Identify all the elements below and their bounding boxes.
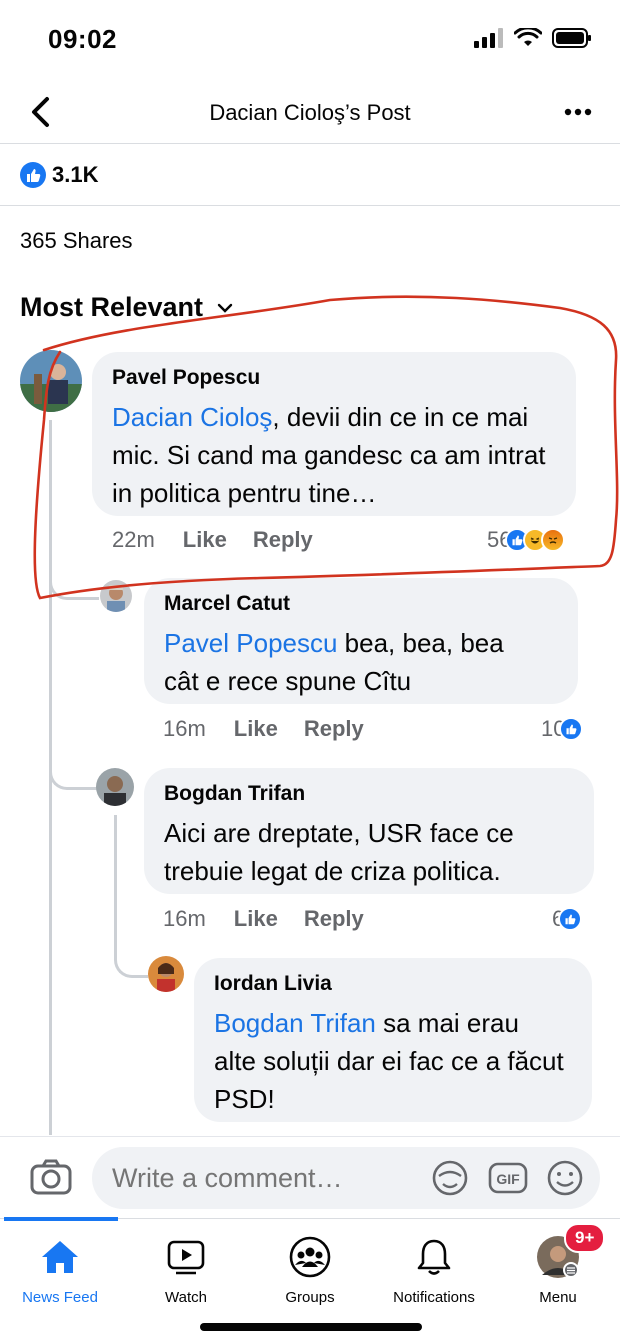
tab-news-feed[interactable]: News Feed — [0, 1235, 122, 1306]
tab-label: News Feed — [22, 1289, 98, 1306]
status-time: 09:02 — [48, 24, 117, 54]
emoji-icon[interactable] — [546, 1159, 584, 1197]
like-button[interactable]: Like — [234, 716, 278, 742]
thread-connector — [49, 750, 99, 790]
comment-author[interactable]: Marcel Catut — [164, 592, 558, 616]
comment-text-part: Aici are dreptate, USR face ce — [164, 818, 514, 848]
comment-author[interactable]: Bogdan Trifan — [164, 782, 574, 806]
tab-label: Notifications — [393, 1289, 475, 1306]
comment-sort-dropdown[interactable]: Most Relevant — [20, 292, 233, 323]
comment-actions: 22m Like Reply — [112, 527, 339, 553]
bell-icon — [417, 1239, 451, 1275]
more-options-button[interactable] — [560, 96, 596, 128]
comment-text: Aici are dreptate, USR face ce trebuie le… — [164, 814, 574, 890]
avatar[interactable] — [96, 768, 134, 806]
avatar[interactable] — [100, 580, 132, 612]
notification-badge: 9+ — [564, 1223, 606, 1253]
thread-connector — [49, 560, 99, 600]
angry-reaction-icon — [541, 528, 566, 552]
video-icon — [167, 1240, 205, 1275]
shares-count[interactable]: 365 Shares — [20, 228, 133, 254]
tab-label: Menu — [539, 1289, 577, 1306]
comment-author[interactable]: Pavel Popescu — [112, 366, 556, 390]
groups-icon — [289, 1236, 331, 1278]
comment-text-part: trebuie legat de criza politica. — [164, 856, 501, 886]
comment-bubble[interactable]: Marcel Catut Pavel Popescu bea, bea, bea… — [144, 578, 578, 704]
page-title: Dacian Cioloş’s Post — [209, 100, 411, 125]
comment-bubble[interactable]: Pavel Popescu Dacian Cioloş, devii din c… — [92, 352, 576, 516]
comment-bubble[interactable]: Iordan Livia Bogdan Trifan sa mai erau al… — [194, 958, 592, 1122]
svg-text:GIF: GIF — [496, 1171, 520, 1187]
mention-link[interactable]: Bogdan Trifan — [214, 1008, 376, 1038]
comment-text: Bogdan Trifan sa mai erau alte soluții da… — [214, 1004, 572, 1118]
gif-icon[interactable]: GIF — [488, 1160, 528, 1196]
avatar-sticker-icon[interactable] — [430, 1160, 470, 1196]
comment-age: 22m — [112, 527, 155, 552]
reply-button[interactable]: Reply — [304, 716, 364, 742]
comment-age: 16m — [163, 716, 206, 741]
comment-actions: 16m Like Reply — [163, 716, 390, 742]
camera-icon — [30, 1159, 72, 1195]
tab-groups[interactable]: Groups — [248, 1235, 372, 1306]
active-tab-indicator — [4, 1217, 118, 1221]
chevron-down-icon — [217, 303, 233, 313]
wifi-icon — [514, 28, 542, 46]
like-button[interactable]: Like — [234, 906, 278, 932]
post-reactions[interactable]: 3.1K — [0, 144, 620, 206]
like-reaction-icon — [559, 717, 584, 741]
tab-notifications[interactable]: Notifications — [372, 1235, 496, 1306]
comment-text-part: sa mai erau — [375, 1008, 519, 1038]
comment-bubble[interactable]: Bogdan Trifan Aici are dreptate, USR fac… — [144, 768, 594, 894]
thread-connector — [49, 420, 52, 800]
battery-icon — [552, 28, 591, 48]
sort-label: Most Relevant — [20, 292, 204, 322]
status-bar: 09:02 — [0, 0, 620, 80]
tab-menu[interactable]: 9+ Menu — [496, 1223, 620, 1306]
comment-reactions[interactable]: 56 — [487, 527, 566, 553]
reply-button[interactable]: Reply — [304, 906, 364, 932]
status-icons — [474, 28, 592, 48]
home-indicator — [200, 1323, 422, 1331]
mention-link[interactable]: Dacian Cioloş — [112, 402, 272, 432]
thread-connector — [49, 790, 52, 1135]
comment-author[interactable]: Iordan Livia — [214, 972, 572, 996]
tab-label: Groups — [285, 1289, 335, 1306]
reply-button[interactable]: Reply — [253, 527, 313, 553]
bottom-tab-bar: News Feed Watch Groups Notifications 9+ … — [0, 1217, 620, 1343]
tab-watch[interactable]: Watch — [124, 1235, 248, 1306]
thread-connector — [114, 815, 117, 955]
composer-icons: GIF — [430, 1159, 584, 1197]
tab-label: Watch — [165, 1289, 207, 1306]
comment-age: 16m — [163, 906, 206, 931]
comment-text-part: alte soluții dar ei fac ce a făcut PSD! — [214, 1046, 564, 1114]
avatar[interactable] — [20, 350, 82, 412]
nav-header: Dacian Cioloş’s Post — [0, 80, 620, 144]
like-reaction-icon — [20, 161, 46, 188]
comment-text: Dacian Cioloş, devii din ce in ce mai mi… — [112, 398, 556, 512]
reaction-count: 3.1K — [52, 161, 99, 187]
comment-actions: 16m Like Reply — [163, 906, 390, 932]
comment-reactions[interactable]: 6 — [552, 906, 583, 932]
camera-button[interactable] — [30, 1159, 72, 1200]
ellipsis-icon — [564, 108, 592, 116]
like-reaction-icon — [558, 907, 583, 931]
signal-icon — [474, 28, 503, 48]
comment-reactions[interactable]: 10 — [541, 716, 584, 742]
thread-connector — [114, 940, 148, 978]
avatar[interactable] — [148, 956, 184, 992]
comment-text-part: , devii din ce in ce — [272, 402, 480, 432]
mention-link[interactable]: Pavel Popescu — [164, 628, 337, 658]
like-button[interactable]: Like — [183, 527, 227, 553]
comment-text: Pavel Popescu bea, bea, bea cât e rece sp… — [164, 624, 558, 700]
comment-text-part: cât e rece spune Cîtu — [164, 666, 412, 696]
comment-composer: GIF — [0, 1136, 620, 1218]
comment-text-part: bea, bea, bea — [337, 628, 504, 658]
home-icon — [42, 1241, 78, 1273]
